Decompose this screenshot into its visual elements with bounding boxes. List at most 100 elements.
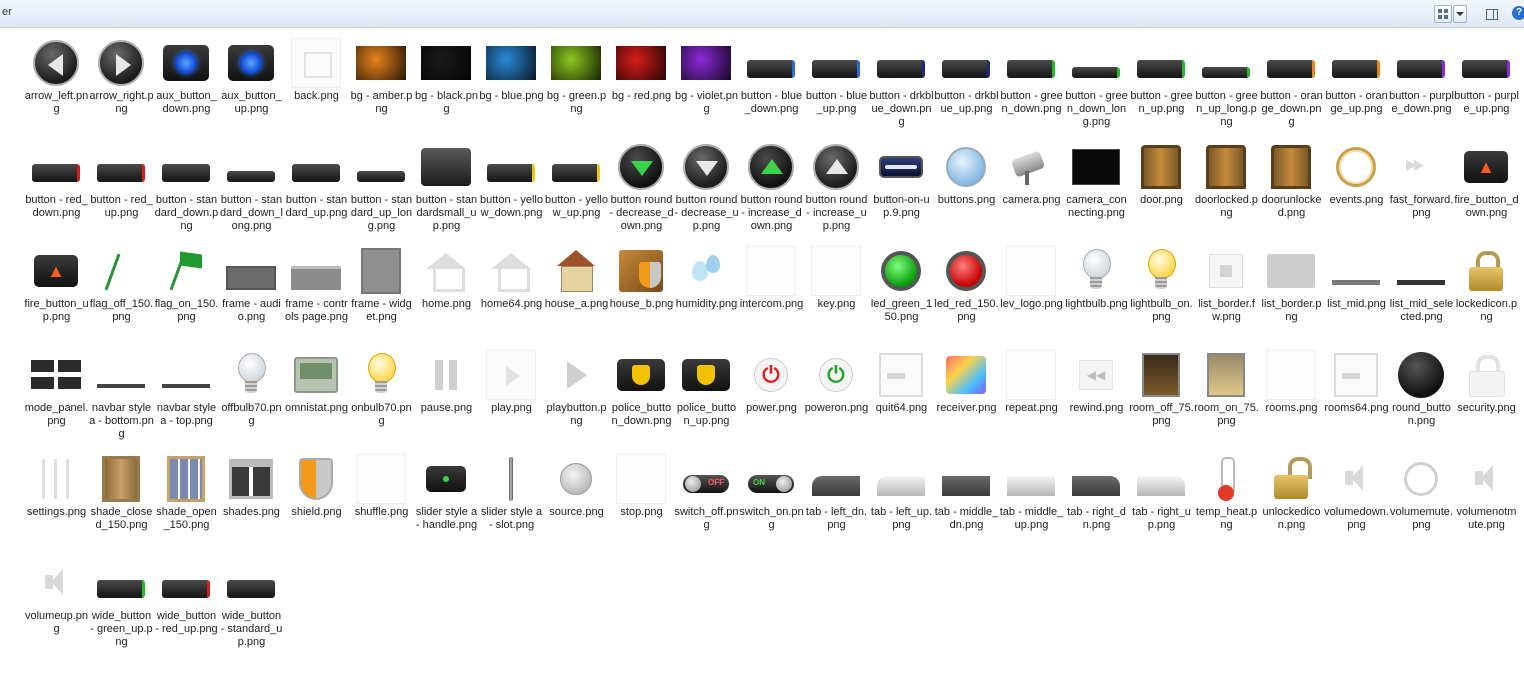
file-item[interactable]: onbulb70.png (349, 347, 414, 451)
file-item[interactable]: button - green_up.png (1129, 35, 1194, 139)
file-item[interactable]: bg - violet.png (674, 35, 739, 139)
file-item[interactable]: button - drkblue_down.png (869, 35, 934, 139)
file-item[interactable]: shade_closed_150.png (89, 451, 154, 555)
file-item[interactable]: shades.png (219, 451, 284, 555)
file-item[interactable]: button - red_up.png (89, 139, 154, 243)
file-item[interactable]: aux_button_down.png (154, 35, 219, 139)
file-item[interactable]: navbar style a - top.png (154, 347, 219, 451)
file-item[interactable]: camera_connecting.png (1064, 139, 1129, 243)
file-item[interactable]: arrow_left.png (24, 35, 89, 139)
file-item[interactable]: temp_heat.png (1194, 451, 1259, 555)
file-item[interactable]: doorlocked.png (1194, 139, 1259, 243)
file-item[interactable]: volumenotmute.png (1454, 451, 1519, 555)
file-item[interactable]: bg - red.png (609, 35, 674, 139)
file-item[interactable]: button - yellow_up.png (544, 139, 609, 243)
file-item[interactable]: receiver.png (934, 347, 999, 451)
file-item[interactable]: repeat.png (999, 347, 1064, 451)
file-item[interactable]: bg - blue.png (479, 35, 544, 139)
file-item[interactable]: key.png (804, 243, 869, 347)
file-item[interactable]: volumeup.png (24, 555, 89, 659)
file-item[interactable]: intercom.png (739, 243, 804, 347)
file-item[interactable]: button - blue_down.png (739, 35, 804, 139)
file-item[interactable]: list_mid_selected.png (1389, 243, 1454, 347)
file-item[interactable]: frame - widget.png (349, 243, 414, 347)
file-item[interactable]: ◀◀ rewind.png (1064, 347, 1129, 451)
file-item[interactable]: wide_button - standard_up.png (219, 555, 284, 659)
help-button[interactable]: ? (1512, 5, 1524, 23)
file-item[interactable]: tab - middle_up.png (999, 451, 1064, 555)
file-item[interactable]: offbulb70.png (219, 347, 284, 451)
file-item[interactable]: button - orange_down.png (1259, 35, 1324, 139)
file-item[interactable]: button - standard_down_long.png (219, 139, 284, 243)
file-item[interactable]: button - standardsmall_up.png (414, 139, 479, 243)
file-item[interactable]: volumemute.png (1389, 451, 1454, 555)
file-item[interactable]: flag_on_150.png (154, 243, 219, 347)
file-item[interactable]: lightbulb.png (1064, 243, 1129, 347)
file-item[interactable]: door.png (1129, 139, 1194, 243)
file-item[interactable]: events.png (1324, 139, 1389, 243)
file-item[interactable]: button round - decrease_up.png (674, 139, 739, 243)
file-item[interactable]: ⏻ poweron.png (804, 347, 869, 451)
file-item[interactable]: bg - green.png (544, 35, 609, 139)
file-item[interactable]: frame - audio.png (219, 243, 284, 347)
file-item[interactable]: button - red_down.png (24, 139, 89, 243)
file-item[interactable]: switch_on.png (739, 451, 804, 555)
file-item[interactable]: fast_forward.png (1389, 139, 1454, 243)
file-item[interactable]: ▲ fire_button_down.png (1454, 139, 1519, 243)
file-item[interactable]: led_red_150.png (934, 243, 999, 347)
file-item[interactable]: camera.png (999, 139, 1064, 243)
file-item[interactable]: slider style a - slot.png (479, 451, 544, 555)
file-item[interactable]: mode_panel.png (24, 347, 89, 451)
file-item[interactable]: tab - right_up.png (1129, 451, 1194, 555)
file-item[interactable]: bg - black.png (414, 35, 479, 139)
file-item[interactable]: button - green_down.png (999, 35, 1064, 139)
file-item[interactable]: shuffle.png (349, 451, 414, 555)
file-item[interactable]: tab - middle_dn.png (934, 451, 999, 555)
file-item[interactable]: button-on-up.9.png (869, 139, 934, 243)
file-item[interactable]: button - yellow_down.png (479, 139, 544, 243)
file-item[interactable]: arrow_right.png (89, 35, 154, 139)
file-item[interactable]: back.png (284, 35, 349, 139)
file-item[interactable]: button round - decrease_down.png (609, 139, 674, 243)
file-item[interactable]: room_on_75.png (1194, 347, 1259, 451)
file-item[interactable]: aux_button_up.png (219, 35, 284, 139)
file-item[interactable]: button - purple_down.png (1389, 35, 1454, 139)
file-item[interactable]: switch_off.png (674, 451, 739, 555)
file-item[interactable]: frame - controls page.png (284, 243, 349, 347)
file-item[interactable]: slider style a - handle.png (414, 451, 479, 555)
file-item[interactable]: rooms.png (1259, 347, 1324, 451)
file-item[interactable]: settings.png (24, 451, 89, 555)
file-item[interactable]: home.png (414, 243, 479, 347)
file-item[interactable]: house_a.png (544, 243, 609, 347)
file-item[interactable]: button round - increase_down.png (739, 139, 804, 243)
file-item[interactable]: button - standard_up_long.png (349, 139, 414, 243)
file-item[interactable]: list_mid.png (1324, 243, 1389, 347)
file-item[interactable]: home64.png (479, 243, 544, 347)
file-item[interactable]: unlockedicon.png (1259, 451, 1324, 555)
file-item[interactable]: tab - left_up.png (869, 451, 934, 555)
file-item[interactable]: shade_open_150.png (154, 451, 219, 555)
file-item[interactable]: navbar style a - bottom.png (89, 347, 154, 451)
file-item[interactable]: button - green_down_long.png (1064, 35, 1129, 139)
file-item[interactable]: buttons.png (934, 139, 999, 243)
file-item[interactable]: bg - amber.png (349, 35, 414, 139)
file-item[interactable]: play.png (479, 347, 544, 451)
file-item[interactable]: stop.png (609, 451, 674, 555)
file-item[interactable]: shield.png (284, 451, 349, 555)
preview-pane-button[interactable] (1482, 5, 1500, 23)
file-item[interactable]: lev_logo.png (999, 243, 1064, 347)
file-item[interactable]: police_button_up.png (674, 347, 739, 451)
view-dropdown-button[interactable] (1453, 5, 1467, 23)
file-item[interactable]: volumedown.png (1324, 451, 1389, 555)
file-item[interactable]: pause.png (414, 347, 479, 451)
file-item[interactable]: button - standard_down.png (154, 139, 219, 243)
file-item[interactable]: button - orange_up.png (1324, 35, 1389, 139)
file-item[interactable]: tab - left_dn.png (804, 451, 869, 555)
file-item[interactable]: list_border.png (1259, 243, 1324, 347)
file-item[interactable]: police_button_down.png (609, 347, 674, 451)
file-item[interactable]: lockedicon.png (1454, 243, 1519, 347)
file-item[interactable]: tab - right_dn.png (1064, 451, 1129, 555)
file-item[interactable]: omnistat.png (284, 347, 349, 451)
file-item[interactable]: ⏻ power.png (739, 347, 804, 451)
file-item[interactable]: round_button.png (1389, 347, 1454, 451)
